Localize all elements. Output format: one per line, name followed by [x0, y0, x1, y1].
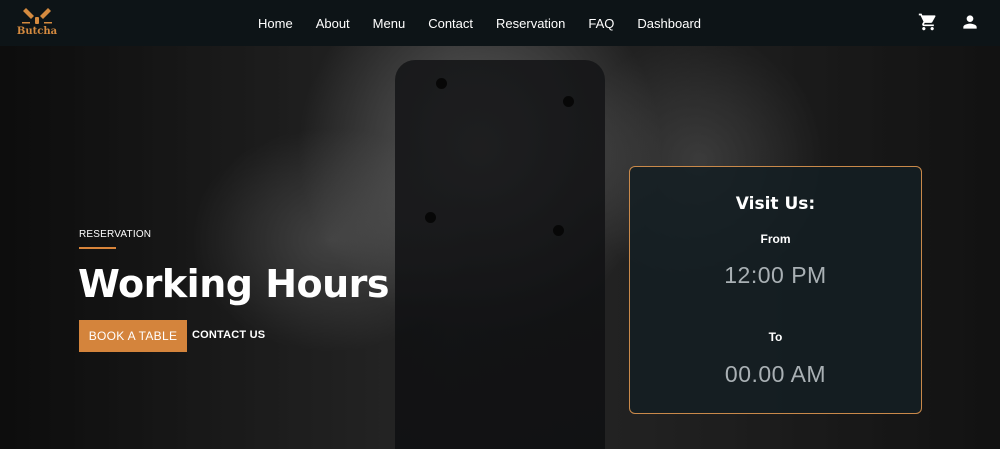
nav-dashboard[interactable]: Dashboard [637, 16, 701, 31]
visit-hours-card: Visit Us: From 12:00 PM To 00.00 AM [629, 166, 922, 414]
book-table-button[interactable]: BOOK A TABLE [79, 320, 187, 352]
cart-icon[interactable] [918, 12, 938, 32]
nav-faq[interactable]: FAQ [588, 16, 614, 31]
nav-contact[interactable]: Contact [428, 16, 473, 31]
nav-home[interactable]: Home [258, 16, 293, 31]
nav-links: Home About Menu Contact Reservation FAQ … [258, 0, 724, 46]
user-icon[interactable] [960, 12, 980, 32]
section-eyebrow: RESERVATION [79, 229, 152, 240]
nav-reservation[interactable]: Reservation [496, 16, 565, 31]
to-label: To [768, 330, 783, 344]
top-navbar: Butcha Home About Menu Contact Reservati… [0, 0, 1000, 46]
visit-card-title: Visit Us: [735, 194, 816, 214]
page-title: Working Hours [78, 262, 390, 306]
nav-icons [918, 12, 980, 32]
nav-menu[interactable]: Menu [373, 16, 406, 31]
contact-us-button[interactable]: CONTACT US [192, 329, 265, 341]
eyebrow-underline [79, 247, 116, 249]
from-time: 12:00 PM [724, 262, 827, 288]
brand-name: Butcha [16, 26, 58, 37]
cleaver-logo-icon [22, 8, 52, 24]
to-time: 00.00 AM [724, 361, 827, 387]
brand-logo[interactable]: Butcha [16, 6, 58, 42]
from-label: From [760, 232, 791, 246]
nav-about[interactable]: About [316, 16, 350, 31]
